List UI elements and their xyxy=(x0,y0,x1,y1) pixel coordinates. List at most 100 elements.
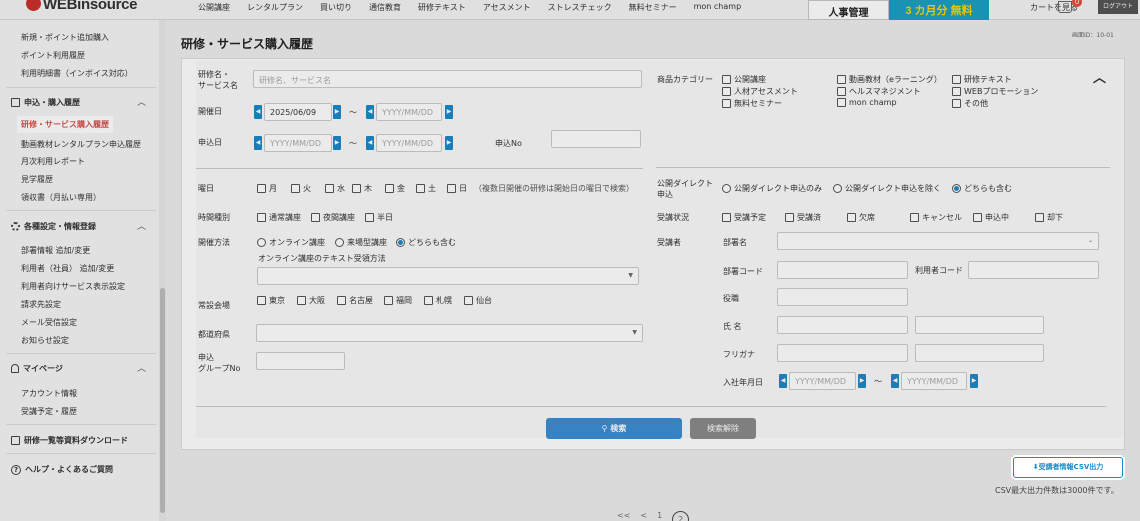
first-name-input[interactable] xyxy=(915,316,1044,334)
clear-search-button[interactable]: 検索解除 xyxy=(690,418,756,439)
prev-date-button[interactable]: ◀ xyxy=(254,105,262,119)
sidebar-item-point-purchase[interactable]: 新規・ポイント追加購入 xyxy=(21,32,109,43)
sidebar-section-settings[interactable]: 各種設定・情報登録 xyxy=(11,221,96,232)
promo-banner[interactable]: 3 カ月分 無料 xyxy=(889,0,989,20)
nav-training-text[interactable]: 研修テキスト xyxy=(418,2,466,13)
category-checkbox[interactable]: ヘルスマネジメント xyxy=(837,86,921,97)
apply-date-to-input[interactable]: YYYY/MM/DD xyxy=(376,134,442,152)
logout-button[interactable]: ログアウト xyxy=(1098,0,1138,14)
held-date-from-input[interactable]: 2025/06/09 xyxy=(264,103,332,121)
time-checkbox[interactable]: 通常講座 xyxy=(257,212,301,223)
weekday-checkbox[interactable]: 日 xyxy=(447,183,467,194)
chevron-up-icon[interactable]: ︿ xyxy=(137,219,146,232)
nav-correspondence[interactable]: 通信教育 xyxy=(369,2,401,13)
prev-date-button[interactable]: ◀ xyxy=(366,136,374,150)
online-text-select[interactable]: ▼ xyxy=(257,267,639,285)
method-radio[interactable]: どちらも含む xyxy=(396,237,456,248)
nav-buyout[interactable]: 買い切り xyxy=(320,2,352,13)
method-radio[interactable]: オンライン講座 xyxy=(257,237,325,248)
weekday-checkbox[interactable]: 水 xyxy=(325,183,345,194)
sidebar-item-video-rental[interactable]: 動画教材レンタルプラン申込履歴 xyxy=(21,139,141,150)
sidebar-item-download[interactable]: 研修一覧等資料ダウンロード xyxy=(11,435,128,446)
prev-date-button[interactable]: ◀ xyxy=(779,374,787,388)
chevron-up-icon[interactable]: ︿ xyxy=(137,95,146,108)
page-current[interactable]: 2 xyxy=(672,511,690,521)
apply-no-input[interactable] xyxy=(551,130,641,148)
nav-mon-champ[interactable]: mon champ xyxy=(694,2,742,13)
prev-date-button[interactable]: ◀ xyxy=(254,136,262,150)
position-input[interactable] xyxy=(777,288,908,306)
sidebar-item-attendance[interactable]: 受講予定・履歴 xyxy=(21,406,77,417)
sidebar-item-account[interactable]: アカウント情報 xyxy=(21,388,77,399)
dept-code-input[interactable] xyxy=(777,261,908,279)
prefecture-select[interactable]: ▼ xyxy=(256,324,643,342)
sidebar-item-notice[interactable]: お知らせ設定 xyxy=(21,335,69,346)
prev-date-button[interactable]: ◀ xyxy=(366,105,374,119)
status-checkbox[interactable]: 申込中 xyxy=(973,212,1009,223)
prev-page-button[interactable]: < xyxy=(640,511,647,521)
status-checkbox[interactable]: 欠席 xyxy=(847,212,875,223)
sidebar-item-mail[interactable]: メール受信設定 xyxy=(21,317,77,328)
first-kana-input[interactable] xyxy=(915,344,1044,362)
direct-radio[interactable]: 公開ダイレクト申込を除く xyxy=(833,183,941,194)
search-button[interactable]: ⚲ 検索 xyxy=(546,418,682,439)
apply-date-from-input[interactable]: YYYY/MM/DD xyxy=(264,134,332,152)
prev-date-button[interactable]: ◀ xyxy=(891,374,899,388)
time-checkbox[interactable]: 夜間講座 xyxy=(311,212,355,223)
page-1-button[interactable]: 1 xyxy=(657,511,662,521)
sidebar-item-service-display[interactable]: 利用者向けサービス表示設定 xyxy=(21,281,125,292)
csv-export-button[interactable]: ⬇受講者情報CSV出力 xyxy=(1013,457,1123,478)
method-radio[interactable]: 来場型講座 xyxy=(335,237,387,248)
sidebar-item-help[interactable]: ? ヘルプ・よくあるご質問 xyxy=(11,464,113,475)
weekday-checkbox[interactable]: 火 xyxy=(291,183,311,194)
weekday-checkbox[interactable]: 金 xyxy=(385,183,405,194)
dept-select[interactable]: ⌄ xyxy=(777,232,1099,250)
venue-checkbox[interactable]: 名古屋 xyxy=(337,295,373,306)
direct-radio[interactable]: 公開ダイレクト申込のみ xyxy=(722,183,822,194)
nav-free-seminar[interactable]: 無料セミナー xyxy=(629,2,677,13)
direct-radio[interactable]: どちらも含む xyxy=(952,183,1012,194)
next-date-button[interactable]: ▶ xyxy=(333,136,341,150)
next-date-button[interactable]: ▶ xyxy=(858,374,866,388)
chevron-up-icon[interactable]: ︿ xyxy=(1093,67,1106,86)
next-date-button[interactable]: ▶ xyxy=(445,105,453,119)
sidebar-item-training-history[interactable]: 研修・サービス購入履歴 xyxy=(17,116,113,133)
sidebar-section-purchase[interactable]: 申込・購入履歴 xyxy=(11,97,80,108)
category-checkbox[interactable]: mon champ xyxy=(837,98,897,107)
sidebar-item-monthly-report[interactable]: 月次利用レポート xyxy=(21,156,85,167)
join-date-to-input[interactable]: YYYY/MM/DD xyxy=(901,372,967,390)
last-name-input[interactable] xyxy=(777,316,908,334)
category-checkbox[interactable]: WEBプロモーション xyxy=(952,86,1038,97)
venue-checkbox[interactable]: 大阪 xyxy=(297,295,325,306)
nav-rental-plan[interactable]: レンタルプラン xyxy=(247,2,303,13)
scrollbar-thumb[interactable] xyxy=(160,288,165,513)
chevron-up-icon[interactable]: ︿ xyxy=(137,361,146,374)
sidebar-item-statement[interactable]: 利用明細書（インボイス対応） xyxy=(21,68,133,79)
sidebar-item-billing[interactable]: 請求先設定 xyxy=(21,299,61,310)
status-checkbox[interactable]: 受講済 xyxy=(785,212,821,223)
nav-public-course[interactable]: 公開講座 xyxy=(198,2,230,13)
weekday-checkbox[interactable]: 月 xyxy=(257,183,277,194)
nav-assessment[interactable]: アセスメント xyxy=(483,2,531,13)
user-code-input[interactable] xyxy=(968,261,1099,279)
last-kana-input[interactable] xyxy=(777,344,908,362)
next-date-button[interactable]: ▶ xyxy=(445,136,453,150)
category-checkbox[interactable]: 無料セミナー xyxy=(722,98,782,109)
held-date-to-input[interactable]: YYYY/MM/DD xyxy=(376,103,442,121)
sidebar-item-users[interactable]: 利用者（社員） 追加/変更 xyxy=(21,263,114,274)
venue-checkbox[interactable]: 札幌 xyxy=(424,295,452,306)
name-input[interactable]: 研修名、サービス名 xyxy=(253,70,642,88)
category-checkbox[interactable]: 研修テキスト xyxy=(952,74,1012,85)
category-checkbox[interactable]: 動画教材（eラーニング） xyxy=(837,74,942,85)
weekday-checkbox[interactable]: 木 xyxy=(352,183,372,194)
sidebar-scrollbar[interactable] xyxy=(159,20,166,521)
venue-checkbox[interactable]: 東京 xyxy=(257,295,285,306)
category-checkbox[interactable]: 人材アセスメント xyxy=(722,86,798,97)
sidebar-section-mypage[interactable]: マイページ xyxy=(11,363,63,374)
next-date-button[interactable]: ▶ xyxy=(333,105,341,119)
weekday-checkbox[interactable]: 土 xyxy=(416,183,436,194)
category-checkbox[interactable]: その他 xyxy=(952,98,988,109)
hr-management-badge[interactable]: 人事管理 xyxy=(808,0,889,20)
site-logo[interactable]: WEBinsource xyxy=(26,0,138,13)
cart-icon[interactable] xyxy=(1058,1,1072,13)
